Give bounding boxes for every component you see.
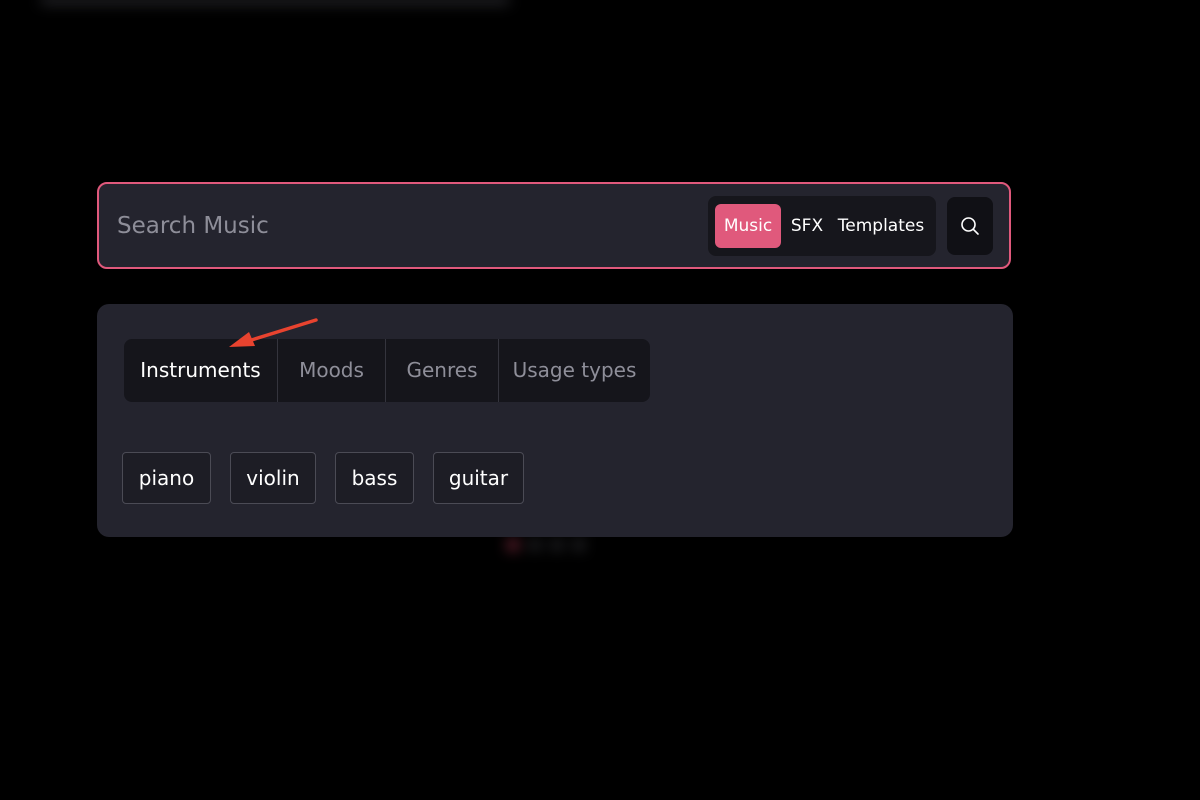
tab-genres[interactable]: Genres	[385, 339, 498, 402]
carousel-dot	[552, 540, 562, 550]
blurred-top-bar	[40, 0, 510, 4]
type-button-sfx[interactable]: SFX	[784, 204, 830, 248]
tag-piano[interactable]: piano	[122, 452, 211, 504]
category-tabs: Instruments Moods Genres Usage types	[124, 339, 650, 402]
type-button-music[interactable]: Music	[715, 204, 781, 248]
tab-usage-types[interactable]: Usage types	[498, 339, 650, 402]
tag-bass[interactable]: bass	[335, 452, 414, 504]
annotation-arrow-icon	[229, 318, 318, 347]
tag-guitar[interactable]: guitar	[433, 452, 524, 504]
search-input[interactable]	[117, 204, 677, 248]
search-bar: Music SFX Templates	[97, 182, 1011, 269]
carousel-dot	[508, 540, 518, 550]
search-button[interactable]	[947, 197, 993, 255]
type-button-templates[interactable]: Templates	[832, 204, 930, 248]
carousel-dot	[530, 540, 540, 550]
carousel-dot	[574, 540, 584, 550]
blurred-carousel-dots	[508, 540, 608, 550]
search-icon	[961, 217, 979, 235]
content-type-switch: Music SFX Templates	[708, 196, 936, 256]
tag-violin[interactable]: violin	[230, 452, 316, 504]
page: Music SFX Templates Instruments Moods Ge…	[0, 0, 1200, 800]
